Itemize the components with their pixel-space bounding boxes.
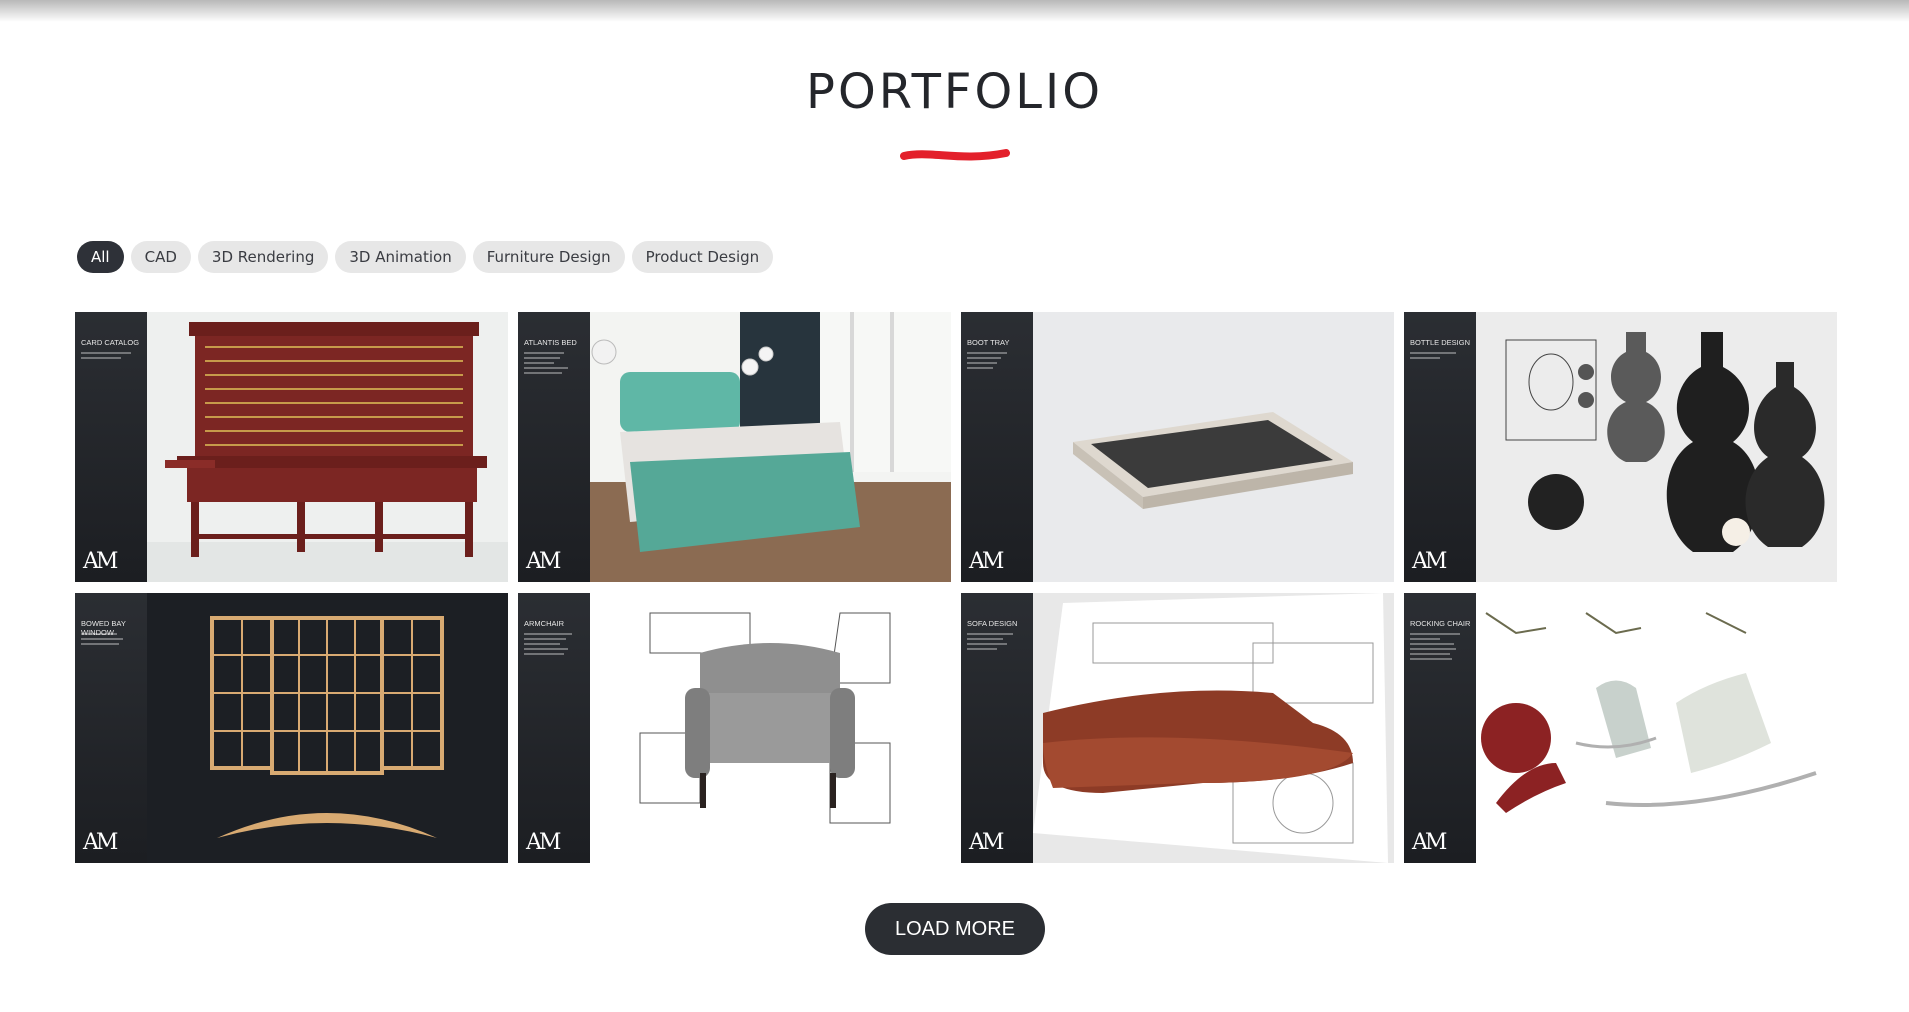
portfolio-item-sofa-design[interactable]: SOFA DESIGN AM: [961, 593, 1394, 863]
page-title: PORTFOLIO: [806, 64, 1103, 120]
filter-3d-rendering[interactable]: 3D Rendering: [197, 241, 329, 273]
portfolio-item-boot-tray[interactable]: BOOT TRAY AM: [961, 312, 1394, 582]
card-sidebar: ROCKING CHAIR AM: [1404, 593, 1476, 863]
card-sidebar: CARD CATALOG AM: [75, 312, 147, 582]
atlantis-bed-image: [590, 312, 951, 582]
item-title: CARD CATALOG: [81, 338, 140, 347]
spec-lines: [1410, 633, 1470, 663]
armchair-image: [590, 593, 951, 863]
bottle-design-image: [1476, 312, 1837, 582]
spec-lines: [81, 633, 141, 648]
card-sidebar: ATLANTIS BED AM: [518, 312, 590, 582]
filter-3d-animation[interactable]: 3D Animation: [335, 241, 466, 273]
card-sidebar: BOOT TRAY AM: [961, 312, 1033, 582]
brand-logo-icon: AM: [969, 830, 1004, 855]
portfolio-item-bowed-bay-window[interactable]: BOWED BAY WINDOW AM: [75, 593, 508, 863]
rocking-chair-image: [1476, 593, 1837, 863]
item-title: BOOT TRAY: [967, 338, 1010, 347]
title-underline-decoration: [900, 149, 1010, 161]
item-title: ATLANTIS BED: [524, 338, 577, 347]
card-catalog-image: [147, 312, 508, 582]
item-title: BOTTLE DESIGN: [1410, 338, 1471, 347]
brand-logo-icon: AM: [526, 549, 561, 574]
filter-cad[interactable]: CAD: [130, 241, 191, 273]
portfolio-item-atlantis-bed[interactable]: ATLANTIS BED AM: [518, 312, 951, 582]
card-sidebar: ARMCHAIR AM: [518, 593, 590, 863]
spec-lines: [1410, 352, 1470, 362]
brand-logo-icon: AM: [1412, 549, 1447, 574]
header-shadow: [0, 0, 1909, 22]
filter-product-design[interactable]: Product Design: [631, 241, 774, 273]
spec-lines: [524, 352, 584, 377]
filter-furniture-design[interactable]: Furniture Design: [472, 241, 625, 273]
brand-logo-icon: AM: [969, 549, 1004, 574]
spec-lines: [524, 633, 584, 658]
portfolio-item-bottle-design[interactable]: BOTTLE DESIGN AM: [1404, 312, 1837, 582]
bowed-bay-window-image: [147, 593, 508, 863]
filter-all[interactable]: All: [77, 241, 124, 273]
brand-logo-icon: AM: [1412, 830, 1447, 855]
load-more-button[interactable]: LOAD MORE: [865, 903, 1045, 955]
brand-logo-icon: AM: [83, 549, 118, 574]
portfolio-item-card-catalog[interactable]: CARD CATALOG AM: [75, 312, 508, 582]
portfolio-grid: CARD CATALOG AM ATLANTIS BED AM BOOT TRA…: [75, 312, 1837, 863]
sofa-design-image: [1033, 593, 1394, 863]
card-sidebar: BOWED BAY WINDOW AM: [75, 593, 147, 863]
portfolio-item-rocking-chair[interactable]: ROCKING CHAIR AM: [1404, 593, 1837, 863]
item-title: ROCKING CHAIR: [1410, 619, 1471, 628]
spec-lines: [967, 352, 1027, 372]
brand-logo-icon: AM: [526, 830, 561, 855]
spec-lines: [967, 633, 1027, 653]
card-sidebar: BOTTLE DESIGN AM: [1404, 312, 1476, 582]
spec-lines: [81, 352, 141, 362]
item-title: SOFA DESIGN: [967, 619, 1018, 628]
card-sidebar: SOFA DESIGN AM: [961, 593, 1033, 863]
filter-bar: All CAD 3D Rendering 3D Animation Furnit…: [77, 241, 774, 273]
brand-logo-icon: AM: [83, 830, 118, 855]
item-title: ARMCHAIR: [524, 619, 565, 628]
portfolio-item-armchair[interactable]: ARMCHAIR AM: [518, 593, 951, 863]
boot-tray-image: [1033, 312, 1394, 582]
